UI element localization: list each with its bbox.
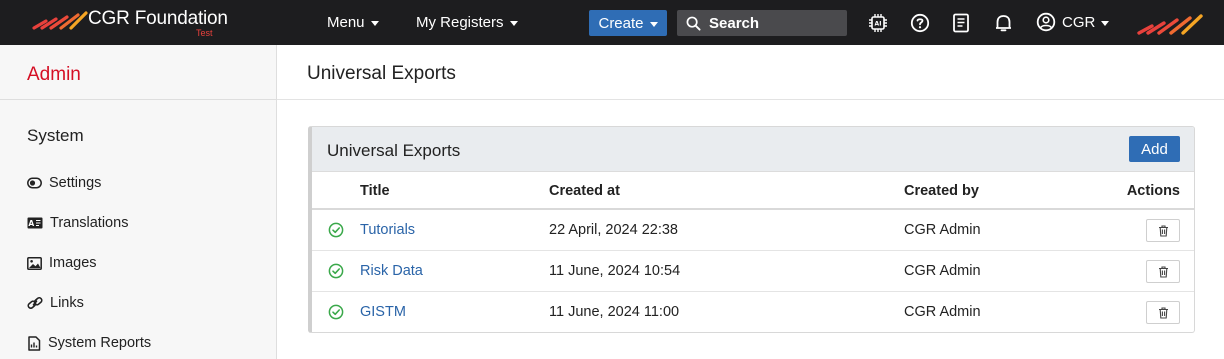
book-icon[interactable] (950, 12, 972, 34)
partner-logo (1137, 14, 1203, 35)
sidebar-item-images[interactable]: Images (27, 255, 97, 271)
search-icon (686, 16, 701, 31)
add-button[interactable]: Add (1129, 136, 1180, 162)
search-placeholder: Search (709, 14, 760, 32)
panel-header: Universal Exports Add (312, 127, 1194, 172)
created-at-cell: 11 June, 2024 10:54 (549, 263, 681, 279)
sidebar-item-label: Translations (50, 215, 129, 231)
toggle-icon (27, 177, 42, 189)
trash-icon (1158, 306, 1168, 319)
sidebar-item-settings[interactable]: Settings (27, 175, 101, 191)
created-at-cell: 11 June, 2024 11:00 (549, 304, 680, 320)
my-registers-label: My Registers (416, 14, 504, 31)
table-row: Tutorials 22 April, 2024 22:38 CGR Admin (312, 210, 1194, 251)
table-row: Risk Data 11 June, 2024 10:54 CGR Admin (312, 251, 1194, 292)
sidebar-item-links[interactable]: Links (27, 295, 84, 311)
chevron-down-icon (509, 21, 518, 26)
table-row: GISTM 11 June, 2024 11:00 CGR Admin (312, 292, 1194, 332)
page-title: Universal Exports (307, 63, 456, 84)
user-menu[interactable]: CGR (1036, 12, 1110, 32)
sidebar-item-label: Links (50, 295, 84, 311)
chevron-down-icon (370, 21, 379, 26)
sidebar-item-label: Settings (49, 175, 102, 191)
help-icon[interactable] (909, 12, 931, 34)
image-icon (27, 256, 42, 270)
column-header-actions: Actions (1126, 183, 1180, 199)
chevron-down-icon (649, 21, 658, 27)
created-by-cell: CGR Admin (904, 263, 981, 279)
trash-icon (1158, 224, 1168, 237)
check-circle-icon (328, 263, 344, 279)
check-circle-icon (328, 304, 344, 320)
sidebar-item-translations[interactable]: A Translations (27, 215, 128, 231)
sidebar-divider (0, 99, 276, 100)
my-registers-dropdown[interactable]: My Registers (416, 14, 518, 31)
check-circle-icon (328, 222, 344, 238)
trash-icon (1158, 265, 1168, 278)
bell-icon[interactable] (992, 12, 1014, 34)
create-label: Create (598, 14, 644, 32)
sidebar-item-system-reports[interactable]: System Reports (27, 335, 151, 351)
panel-title: Universal Exports (327, 141, 461, 160)
delete-button[interactable] (1146, 301, 1180, 324)
created-by-cell: CGR Admin (904, 304, 981, 320)
create-button[interactable]: Create (589, 10, 667, 36)
export-title-link[interactable]: Tutorials (360, 222, 415, 238)
search-input[interactable]: Search (677, 10, 847, 36)
column-header-created-by[interactable]: Created by (904, 183, 979, 199)
menu-dropdown[interactable]: Menu (327, 14, 379, 31)
export-title-link[interactable]: Risk Data (360, 263, 423, 279)
column-header-created-at[interactable]: Created at (549, 183, 620, 199)
brand-logo[interactable] (32, 9, 88, 31)
brand-name[interactable]: CGR Foundation (88, 8, 228, 30)
admin-sidebar: Admin System Settings A Translations Ima… (0, 45, 277, 359)
delete-button[interactable] (1146, 219, 1180, 242)
link-icon (27, 297, 43, 309)
chevron-down-icon (1101, 20, 1110, 26)
created-by-cell: CGR Admin (904, 222, 981, 238)
menu-label: Menu (327, 14, 365, 31)
export-title-link[interactable]: GISTM (360, 304, 406, 320)
created-at-cell: 22 April, 2024 22:38 (549, 222, 678, 238)
svg-text:A: A (28, 219, 34, 228)
ai-chip-icon[interactable]: AI (867, 12, 889, 34)
translation-icon: A (27, 217, 43, 229)
user-icon (1036, 12, 1056, 32)
universal-exports-panel: Universal Exports Add Title Created at C… (308, 126, 1195, 333)
sidebar-item-label: Images (49, 255, 97, 271)
report-icon (28, 335, 41, 351)
svg-text:AI: AI (875, 21, 882, 28)
sidebar-section-heading: System (27, 126, 84, 145)
environment-label: Test (196, 28, 213, 38)
delete-button[interactable] (1146, 260, 1180, 283)
top-navigation-bar: CGR Foundation Test Menu My Registers Cr… (0, 0, 1224, 45)
sidebar-item-label: System Reports (48, 335, 152, 351)
column-header-title[interactable]: Title (360, 183, 390, 199)
user-label: CGR (1062, 13, 1096, 31)
sidebar-title[interactable]: Admin (27, 64, 81, 86)
header-divider (277, 99, 1224, 100)
